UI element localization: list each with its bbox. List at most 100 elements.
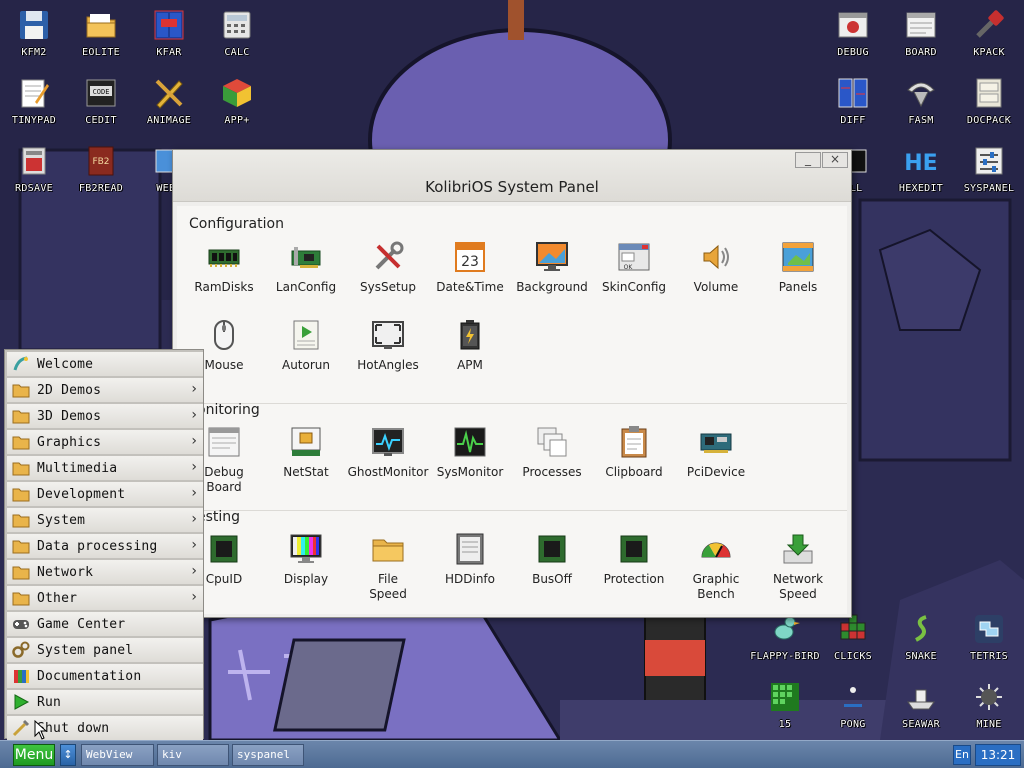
chevron-right-icon: › — [191, 589, 197, 605]
sysmonitor-icon — [452, 424, 488, 460]
window-title: KolibriOS System Panel — [425, 178, 599, 196]
panel-item-protection[interactable]: Protection — [593, 531, 675, 587]
panel-item-hddinfo[interactable]: HDDinfo — [429, 531, 511, 587]
desktop-icon-animage[interactable]: ANIMAGE — [135, 68, 203, 134]
menu-item-game-center[interactable]: Game Center — [7, 612, 203, 636]
menu-item-other[interactable]: Other › — [7, 586, 203, 610]
clock[interactable]: 13:21 — [975, 744, 1021, 766]
panel-item-lanconfig[interactable]: LanConfig — [265, 239, 347, 295]
panel-item-apm[interactable]: APM — [429, 317, 511, 373]
panel-item-skinconfig[interactable]: OK SkinConfig — [593, 239, 675, 295]
desktop-icon-rdsave[interactable]: RDSAVE — [0, 136, 68, 202]
menu-item-graphics[interactable]: Graphics › — [7, 430, 203, 454]
panel-item-hotangles[interactable]: HotAngles — [347, 317, 429, 373]
panel-item-network-speed[interactable]: Network Speed — [757, 531, 839, 602]
panel-item-netstat[interactable]: NetStat — [265, 424, 347, 480]
desktop-icon-hexedit[interactable]: HE HEXEDIT — [887, 136, 955, 202]
menu-button[interactable]: Menu — [13, 744, 55, 766]
desktop-icon-mine[interactable]: MINE — [955, 672, 1023, 738]
desktop-icon-fb2read[interactable]: FB2 FB2READ — [67, 136, 135, 202]
folder-icon — [12, 459, 30, 477]
menu-item-system-panel[interactable]: System panel — [7, 638, 203, 662]
panel-item-processes[interactable]: Processes — [511, 424, 593, 480]
menu-item-network[interactable]: Network › — [7, 560, 203, 584]
task-kiv[interactable]: kiv — [157, 744, 229, 766]
display-icon — [288, 531, 324, 567]
desktop-icon-seawar[interactable]: SEAWAR — [887, 672, 955, 738]
minimize-button[interactable]: _ — [795, 152, 821, 168]
desktop-icon-tetris[interactable]: TETRIS — [955, 604, 1023, 670]
folder-icon — [12, 511, 30, 529]
panel-item-ramdisks[interactable]: RamDisks — [183, 239, 265, 295]
menu-item-3d-demos[interactable]: 3D Demos › — [7, 404, 203, 428]
panel-item-syssetup[interactable]: SysSetup — [347, 239, 429, 295]
folder-icon — [12, 485, 30, 503]
panel-item-pcidevice[interactable]: PciDevice — [675, 424, 757, 480]
start-menu: Welcome 2D Demos › 3D Demos › Graphics ›… — [4, 349, 204, 740]
panel-item-date-time[interactable]: 23 Date&Time — [429, 239, 511, 295]
task-syspanel[interactable]: syspanel — [232, 744, 304, 766]
desktop-icon-calc[interactable]: CALC — [203, 0, 271, 66]
panel-item-display[interactable]: Display — [265, 531, 347, 587]
tetris-icon — [972, 612, 1006, 646]
menu-item-2d-demos[interactable]: 2D Demos › — [7, 378, 203, 402]
desktop-icon-kfm2[interactable]: KFM2 — [0, 0, 68, 66]
code-editor-icon: CODE — [84, 76, 118, 110]
desktop-icon-kpack[interactable]: KPACK — [955, 0, 1023, 66]
folder-icon — [12, 589, 30, 607]
calendar-date-text: 23 — [461, 254, 479, 270]
monitor-icon — [534, 239, 570, 275]
menu-item-development[interactable]: Development › — [7, 482, 203, 506]
menu-item-welcome[interactable]: Welcome — [7, 352, 203, 376]
desktop-icon-tinypad[interactable]: TINYPAD — [0, 68, 68, 134]
panel-item-busoff[interactable]: BusOff — [511, 531, 593, 587]
desktop-icon-app-plus[interactable]: APP+ — [203, 68, 271, 134]
panel-item-panels[interactable]: Panels — [757, 239, 839, 295]
panel-item-background[interactable]: Background — [511, 239, 593, 295]
mine-icon — [972, 680, 1006, 714]
chevron-right-icon: › — [191, 381, 197, 397]
system-panel-window[interactable]: _ × KolibriOS System Panel Configuration… — [172, 149, 852, 618]
gears-icon — [12, 641, 30, 659]
autorun-icon — [288, 317, 324, 353]
desktop-icon-debug[interactable]: DEBUG — [819, 0, 887, 66]
panel-item-ghostmonitor[interactable]: GhostMonitor — [347, 424, 429, 480]
panel-item-volume[interactable]: Volume — [675, 239, 757, 295]
folder-icon — [12, 433, 30, 451]
folder-icon — [370, 531, 406, 567]
ghost-monitor-icon — [370, 424, 406, 460]
menu-item-multimedia[interactable]: Multimedia › — [7, 456, 203, 480]
syspanel-icon — [972, 144, 1006, 178]
calculator-icon — [220, 8, 254, 42]
panel-item-sysmonitor[interactable]: SysMonitor — [429, 424, 511, 480]
panel-item-graphic-bench[interactable]: Graphic Bench — [675, 531, 757, 602]
menu-item-documentation[interactable]: Documentation — [7, 664, 203, 688]
window-titlebar[interactable]: _ × KolibriOS System Panel — [173, 150, 851, 202]
chevron-right-icon: › — [191, 407, 197, 423]
desktop-icon-diff[interactable]: DIFF — [819, 68, 887, 134]
desktop-icon-fifteen[interactable]: 15 — [751, 672, 819, 738]
desktop-icon-kfar[interactable]: KFAR — [135, 0, 203, 66]
task-webview[interactable]: WebView — [81, 744, 154, 766]
language-indicator[interactable]: En — [953, 745, 971, 765]
desktop-icon-cedit[interactable]: CODE CEDIT — [67, 68, 135, 134]
panel-item-file-speed[interactable]: File Speed — [347, 531, 429, 602]
menu-item-data-processing[interactable]: Data processing › — [7, 534, 203, 558]
folder-icon — [12, 537, 30, 555]
gamepad-icon — [12, 615, 30, 633]
desktop-icon-pong[interactable]: PONG — [819, 672, 887, 738]
menu-item-system[interactable]: System › — [7, 508, 203, 532]
battery-icon — [452, 317, 488, 353]
close-button[interactable]: × — [822, 152, 848, 168]
desktop-icon-eolite[interactable]: EOLITE — [67, 0, 135, 66]
desktop-icon-snake[interactable]: SNAKE — [887, 604, 955, 670]
menu-item-run[interactable]: Run — [7, 690, 203, 714]
desktop-icon-docpack[interactable]: DOCPACK — [955, 68, 1023, 134]
panel-item-autorun[interactable]: Autorun — [265, 317, 347, 373]
desktop-icon-board[interactable]: BOARD — [887, 0, 955, 66]
panel-content: Configuration RamDisks LanConfig SysSetu… — [177, 206, 847, 614]
desktop-icon-syspanel[interactable]: SYSPANEL — [955, 136, 1023, 202]
panel-item-clipboard[interactable]: Clipboard — [593, 424, 675, 480]
window-switch-button[interactable]: ↕ — [60, 744, 76, 766]
desktop-icon-fasm[interactable]: FASM — [887, 68, 955, 134]
